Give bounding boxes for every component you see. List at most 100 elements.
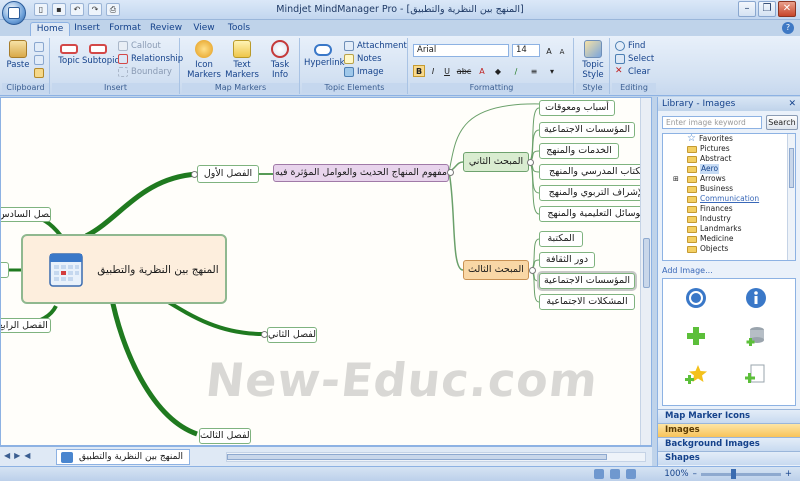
topic-chapter6[interactable]: الفصل السادس bbox=[1, 207, 51, 222]
attachment-button[interactable]: Attachment bbox=[344, 41, 407, 51]
topic-s2-item[interactable]: الكتاب المدرسي والمنهج bbox=[539, 164, 649, 180]
italic-button[interactable]: I bbox=[427, 65, 439, 77]
topic-section3[interactable]: المبحث الثالث bbox=[463, 260, 529, 280]
topic-s3-item[interactable]: دور الثقافة bbox=[539, 252, 595, 268]
image-button[interactable]: Image bbox=[344, 67, 384, 77]
font-family-select[interactable]: Arial bbox=[413, 44, 509, 57]
expand-icon[interactable]: ⊞ bbox=[673, 174, 679, 184]
tab-nav-arrows[interactable]: ◀▶◀ bbox=[4, 451, 34, 460]
topic-subject1[interactable]: مفهوم المنهاج الحديث والعوامل المؤثرة في… bbox=[273, 164, 449, 182]
minimize-icon[interactable]: – bbox=[738, 1, 756, 17]
topic-chapter1[interactable]: الفصل الأول bbox=[197, 165, 259, 183]
topic-s2-item[interactable]: الإشراف التربوي والمنهج bbox=[539, 185, 649, 201]
collapse-toggle[interactable] bbox=[261, 331, 268, 338]
info-icon[interactable] bbox=[745, 287, 767, 309]
scroll-thumb[interactable] bbox=[643, 238, 650, 288]
select-button[interactable]: Select bbox=[615, 54, 654, 64]
tree-scrollbar[interactable] bbox=[787, 134, 795, 260]
topic-s3-item[interactable]: المشكلات الاجتماعية bbox=[539, 294, 635, 310]
collapse-toggle[interactable] bbox=[527, 159, 534, 166]
restore-icon[interactable]: ❐ bbox=[758, 1, 776, 17]
more-format-icon[interactable]: ▾ bbox=[546, 65, 558, 77]
collapse-toggle[interactable] bbox=[447, 169, 454, 176]
topic-chapter2[interactable]: الفصل الثاني bbox=[267, 327, 317, 343]
notes-button[interactable]: Notes bbox=[344, 54, 382, 64]
tree-item-favorites[interactable]: ☆ Favorites bbox=[687, 134, 733, 144]
topic-s2-item[interactable]: أسباب ومعوقات bbox=[539, 100, 615, 116]
topic-section2[interactable]: المبحث الثاني bbox=[463, 152, 529, 172]
filter-icon[interactable] bbox=[594, 469, 604, 479]
section-background-images[interactable]: Background Images bbox=[658, 437, 800, 451]
topic-chapter3[interactable]: الفصل الثالث bbox=[199, 428, 251, 444]
topic-style-button[interactable]: Topic Style bbox=[578, 40, 608, 80]
format-painter-icon[interactable] bbox=[34, 68, 44, 78]
callout-button[interactable]: Callout bbox=[118, 41, 161, 51]
topic-s3-item[interactable]: المكتبة bbox=[539, 231, 583, 247]
section-images[interactable]: Images bbox=[658, 423, 800, 437]
copy-icon[interactable] bbox=[34, 55, 44, 65]
scroll-thumb[interactable] bbox=[227, 454, 607, 460]
page-add-icon[interactable] bbox=[745, 363, 767, 385]
tree-item[interactable]: Objects bbox=[687, 244, 728, 254]
paste-button[interactable]: Paste bbox=[6, 40, 30, 70]
fill-color-icon[interactable]: ◆ bbox=[492, 65, 504, 77]
tab-view[interactable]: View bbox=[190, 22, 218, 36]
icon-markers-button[interactable]: Icon Markers bbox=[186, 40, 222, 80]
help-icon[interactable]: ? bbox=[782, 22, 794, 34]
zoom-knob[interactable] bbox=[730, 468, 736, 479]
tree-item[interactable]: Medicine bbox=[687, 234, 734, 244]
hyperlink-button[interactable]: Hyperlink bbox=[304, 40, 345, 68]
add-image-link[interactable]: Add Image... bbox=[662, 266, 713, 275]
layout-icon[interactable] bbox=[610, 469, 620, 479]
topic-s3-item-selected[interactable]: المؤسسات الاجتماعية bbox=[539, 273, 635, 289]
tree-item[interactable]: ⊞ Arrows bbox=[673, 174, 726, 184]
tree-item[interactable]: Finances bbox=[687, 204, 733, 214]
find-button[interactable]: Find bbox=[615, 41, 645, 51]
topic-chapter4[interactable]: الفصل الرابع bbox=[1, 318, 51, 333]
task-info-button[interactable]: Task Info bbox=[264, 40, 296, 80]
zoom-slider[interactable] bbox=[700, 468, 781, 479]
zoom-in-icon[interactable]: + bbox=[785, 469, 792, 479]
topic-s2-item[interactable]: الخدمات والمنهج bbox=[539, 143, 619, 159]
font-color-icon[interactable]: A bbox=[476, 65, 488, 77]
shrink-font-icon[interactable]: A bbox=[556, 45, 568, 57]
database-add-icon[interactable] bbox=[745, 325, 767, 347]
tab-review[interactable]: Review bbox=[148, 22, 184, 36]
topic-button[interactable]: Topic bbox=[56, 40, 82, 66]
tree-item-selected[interactable]: Aero bbox=[687, 164, 720, 174]
image-keyword-input[interactable]: Enter image keyword bbox=[662, 116, 762, 129]
topic-s2-item[interactable]: الوسائل التعليمية والمنهج bbox=[539, 206, 649, 222]
close-icon[interactable]: ✕ bbox=[788, 97, 796, 111]
view-icon[interactable] bbox=[626, 469, 636, 479]
tab-format[interactable]: Format bbox=[108, 22, 142, 36]
text-markers-button[interactable]: Text Markers bbox=[224, 40, 260, 80]
map-canvas[interactable]: الفصل السادس الفصل الرابع المنهج بين الن… bbox=[0, 97, 652, 446]
scroll-thumb[interactable] bbox=[789, 148, 794, 188]
tree-item[interactable]: Industry bbox=[687, 214, 731, 224]
strikethrough-button[interactable]: abc bbox=[455, 65, 473, 77]
tree-item[interactable]: Abstract bbox=[687, 154, 731, 164]
topic-s2-item[interactable]: المؤسسات الاجتماعية bbox=[539, 122, 635, 138]
search-button[interactable]: Search bbox=[766, 115, 798, 130]
boundary-button[interactable]: Boundary bbox=[118, 67, 172, 77]
grow-font-icon[interactable]: A bbox=[543, 45, 555, 57]
wheelchair-icon[interactable] bbox=[685, 287, 707, 309]
clear-button[interactable]: ✕ Clear bbox=[615, 67, 650, 78]
star-add-icon[interactable] bbox=[685, 363, 707, 385]
document-tab[interactable]: المنهج بين النظرية والتطبيق bbox=[56, 449, 191, 465]
tab-insert[interactable]: Insert bbox=[72, 22, 102, 36]
tree-item[interactable]: Landmarks bbox=[687, 224, 742, 234]
line-color-icon[interactable]: ∕ bbox=[510, 65, 522, 77]
application-menu-button[interactable] bbox=[2, 1, 26, 25]
tab-tools[interactable]: Tools bbox=[224, 22, 254, 36]
tree-item[interactable]: Pictures bbox=[687, 144, 730, 154]
section-map-marker-icons[interactable]: Map Marker Icons bbox=[658, 409, 800, 423]
tree-item-link[interactable]: Communication bbox=[687, 194, 759, 204]
relationship-button[interactable]: Relationship bbox=[118, 54, 183, 64]
align-icon[interactable]: ≡ bbox=[528, 65, 540, 77]
central-topic[interactable]: المنهج بين النظرية والتطبيق bbox=[21, 234, 227, 304]
zoom-out-icon[interactable]: – bbox=[693, 469, 697, 479]
horizontal-scrollbar[interactable] bbox=[226, 452, 646, 462]
tab-home[interactable]: Home bbox=[30, 22, 70, 36]
plus-icon[interactable] bbox=[685, 325, 707, 347]
